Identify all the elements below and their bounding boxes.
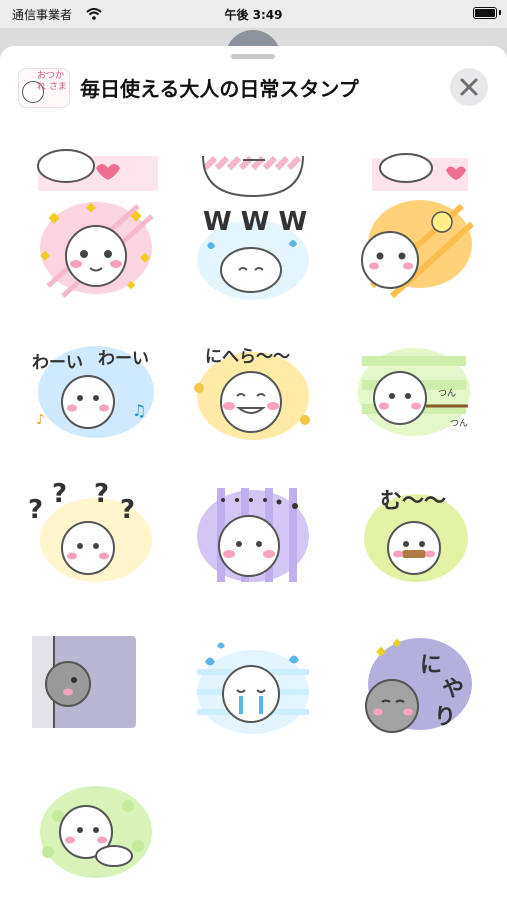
sticker-s09[interactable]: つん つん [342,336,478,444]
svg-text:♫: ♫ [132,401,146,420]
sticker-s07[interactable]: わーい わーい ♫ ♪ [28,336,164,444]
sticker-s06[interactable] [342,196,478,304]
sticker-s15[interactable]: に や り [342,632,478,740]
sheet-header: おつかれ さま 毎日使える大人の日常スタンプ [0,62,507,112]
app-icon-text: おつかれ さま [37,71,67,92]
sticker-s08[interactable]: にへら〜〜 [185,336,321,444]
svg-text:にへら〜〜: にへら〜〜 [205,347,290,367]
svg-text:♪: ♪ [36,412,45,428]
svg-text:む〜〜: む〜〜 [380,489,446,514]
sticker-sheet: W W W わーい わーい ♫ ♪ にへら〜〜 つん つん ? ? ? ? む〜… [0,46,507,900]
svg-text:?: ? [28,495,43,525]
svg-text:つん: つん [450,418,468,429]
svg-text:?: ? [120,495,135,525]
svg-text:り: り [434,705,456,730]
sticker-s05[interactable]: W W W [185,196,321,304]
sticker-s02[interactable] [185,96,321,204]
sticker-s12[interactable]: む〜〜 [342,478,478,586]
svg-text:わーい: わーい [32,353,83,373]
sticker-s11[interactable] [185,478,321,586]
battery-nub [499,10,501,15]
sheet-title: 毎日使える大人の日常スタンプ [80,77,359,101]
sticker-s14[interactable] [185,632,321,740]
sticker-s10[interactable]: ? ? ? ? [28,478,164,586]
sticker-s13[interactable] [28,632,164,740]
clock-time: 午後 3:49 [224,8,283,22]
sticker-s04[interactable] [28,196,164,304]
sticker-s16[interactable] [28,776,164,884]
sticker-s01[interactable] [28,96,164,204]
sticker-pack-icon: おつかれ さま [18,68,70,108]
svg-text:つん: つん [438,388,456,399]
svg-text:わーい: わーい [98,349,149,369]
status-bar: 通信事業者 午後 3:49 [0,0,507,28]
battery-icon [473,7,497,19]
svg-text:に: に [420,653,442,678]
close-button[interactable] [450,68,488,106]
svg-text:?: ? [94,479,109,509]
sticker-grid: W W W わーい わーい ♫ ♪ にへら〜〜 つん つん ? ? ? ? む〜… [0,46,507,900]
svg-text:W W W: W W W [203,207,307,237]
svg-text:?: ? [52,479,67,509]
sticker-s03[interactable] [342,96,478,204]
svg-text:や: や [442,677,464,702]
close-icon [460,78,478,96]
